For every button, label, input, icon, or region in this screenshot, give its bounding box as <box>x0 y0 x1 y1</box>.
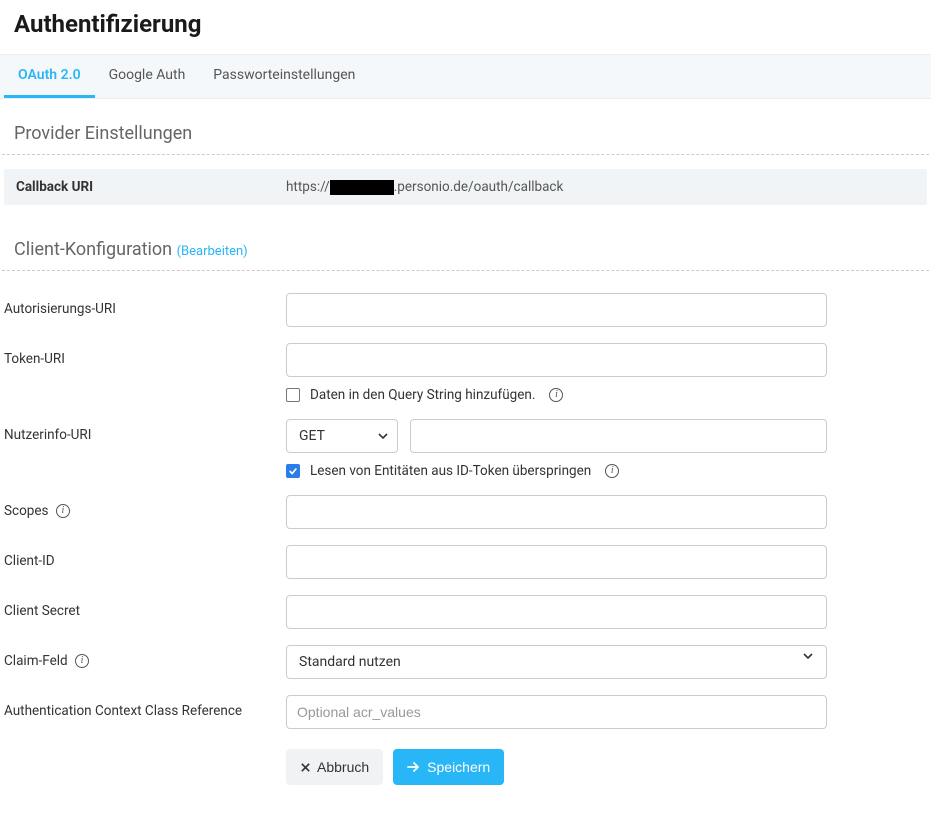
cancel-button-label: Abbruch <box>317 759 369 775</box>
save-button-label: Speichern <box>427 759 490 775</box>
input-client-secret[interactable] <box>286 595 827 629</box>
select-userinfo-method[interactable]: GET <box>286 419 398 453</box>
chevron-down-icon <box>377 430 389 442</box>
close-icon <box>300 762 311 773</box>
info-icon[interactable]: i <box>75 654 89 668</box>
info-icon[interactable]: i <box>605 464 619 478</box>
info-icon[interactable]: i <box>56 504 70 518</box>
input-userinfo-uri[interactable] <box>410 419 827 453</box>
label-token-uri: Token-URI <box>4 343 286 367</box>
client-config-heading-text: Client-Konfiguration <box>14 239 172 260</box>
arrow-right-icon <box>407 761 421 773</box>
tab-google-auth[interactable]: Google Auth <box>95 55 200 98</box>
callback-uri-prefix: https:// <box>286 179 330 195</box>
cancel-button[interactable]: Abbruch <box>286 749 383 785</box>
checkbox-query-string-label: Daten in den Query String hinzufügen. <box>310 387 535 403</box>
label-client-secret: Client Secret <box>4 595 286 619</box>
page-title: Authentifizierung <box>0 0 931 54</box>
label-acr: Authentication Context Class Reference <box>4 695 286 719</box>
label-scopes: Scopes i <box>4 495 286 519</box>
callback-uri-value: https:// .personio.de/oauth/callback <box>286 179 563 195</box>
input-client-id[interactable] <box>286 545 827 579</box>
label-claim-field: Claim-Feld i <box>4 645 286 669</box>
redacted-subdomain <box>330 180 394 195</box>
input-auth-uri[interactable] <box>286 293 827 327</box>
callback-uri-label: Callback URI <box>16 179 286 195</box>
checkbox-skip-id-token-label: Lesen von Entitäten aus ID-Token überspr… <box>310 463 591 479</box>
save-button[interactable]: Speichern <box>393 749 504 785</box>
input-acr[interactable] <box>286 695 827 729</box>
section-provider-heading: Provider Einstellungen <box>2 99 929 155</box>
label-client-id: Client-ID <box>4 545 286 569</box>
section-client-heading: Client-Konfiguration (Bearbeiten) <box>2 215 929 271</box>
callback-uri-suffix: .personio.de/oauth/callback <box>394 179 564 195</box>
checkbox-skip-id-token[interactable] <box>286 464 300 478</box>
label-claim-field-text: Claim-Feld <box>4 653 68 669</box>
info-icon[interactable]: i <box>549 388 563 402</box>
tab-oauth[interactable]: OAuth 2.0 <box>4 55 95 98</box>
chevron-down-icon <box>802 650 814 662</box>
label-scopes-text: Scopes <box>4 503 49 519</box>
select-userinfo-method-value: GET <box>299 428 325 444</box>
row-callback-uri: Callback URI https:// .personio.de/oauth/… <box>4 169 927 205</box>
input-token-uri[interactable] <box>286 343 827 377</box>
select-claim-field[interactable]: Standard nutzen <box>286 645 827 679</box>
select-claim-field-value: Standard nutzen <box>299 654 401 670</box>
label-userinfo-uri: Nutzerinfo-URI <box>4 419 286 443</box>
input-scopes[interactable] <box>286 495 827 529</box>
edit-client-config-link[interactable]: (Bearbeiten) <box>177 244 248 259</box>
checkbox-query-string[interactable] <box>286 388 300 402</box>
label-auth-uri: Autorisierungs-URI <box>4 293 286 317</box>
tabs-bar: OAuth 2.0 Google Auth Passworteinstellun… <box>0 54 931 99</box>
tab-password-settings[interactable]: Passworteinstellungen <box>199 55 369 98</box>
